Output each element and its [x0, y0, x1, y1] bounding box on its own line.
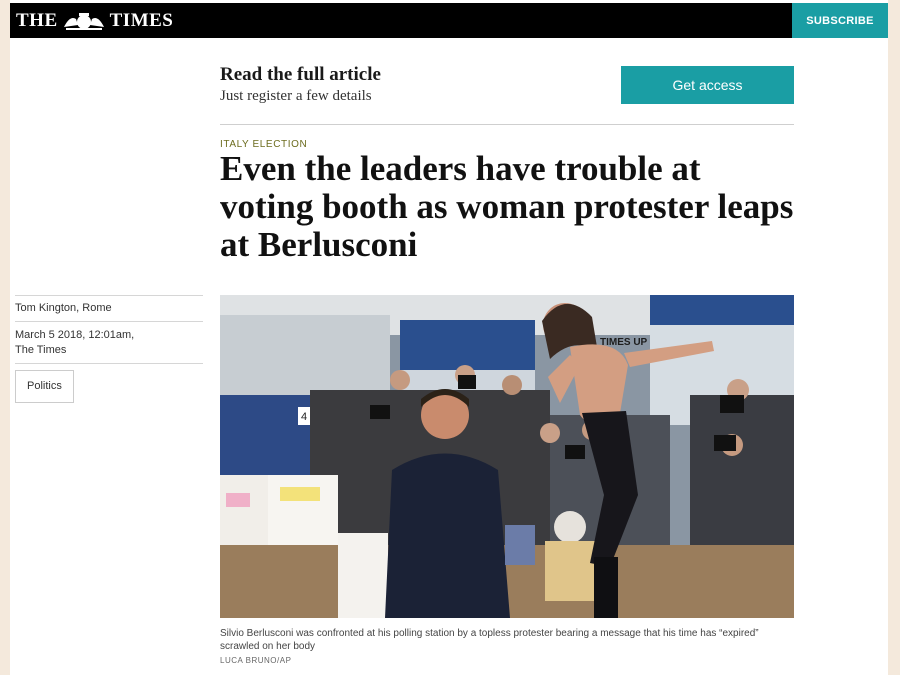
- publication-name: The Times: [15, 344, 67, 356]
- article-photo: 4 TIMES UP: [220, 295, 794, 618]
- byline-block: Tom Kington, Rome March 5 2018, 12:01am,…: [15, 295, 203, 403]
- photo-credit: LUCA BRUNO/AP: [220, 656, 292, 665]
- royal-crest-icon: [63, 13, 104, 30]
- protester-body-text: TIMES UP: [600, 337, 648, 348]
- booth-number: 4: [301, 411, 307, 423]
- topic-tag-button[interactable]: Politics: [15, 370, 74, 403]
- article-headline: Even the leaders have trouble at voting …: [220, 149, 794, 264]
- subscribe-button[interactable]: SUBSCRIBE: [792, 3, 888, 38]
- publish-date: March 5 2018, 12:01am,: [15, 329, 135, 341]
- times-logo[interactable]: THE TIMES: [16, 10, 173, 32]
- divider: [15, 363, 203, 364]
- masthead: THE TIMES SUBSCRIBE: [10, 3, 888, 38]
- get-access-button[interactable]: Get access: [621, 66, 794, 104]
- promo-subtitle: Just register a few details: [220, 88, 372, 104]
- logo-text-the: THE: [16, 10, 58, 31]
- dateline: March 5 2018, 12:01am, The Times: [15, 322, 203, 363]
- photo-caption: Silvio Berlusconi was confronted at his …: [220, 628, 759, 652]
- photo-illustration: 4 TIMES UP: [220, 295, 794, 618]
- divider: [220, 124, 794, 125]
- logo-text-times: TIMES: [109, 10, 174, 31]
- author-byline[interactable]: Tom Kington, Rome: [15, 296, 203, 321]
- promo-title: Read the full article: [220, 64, 381, 85]
